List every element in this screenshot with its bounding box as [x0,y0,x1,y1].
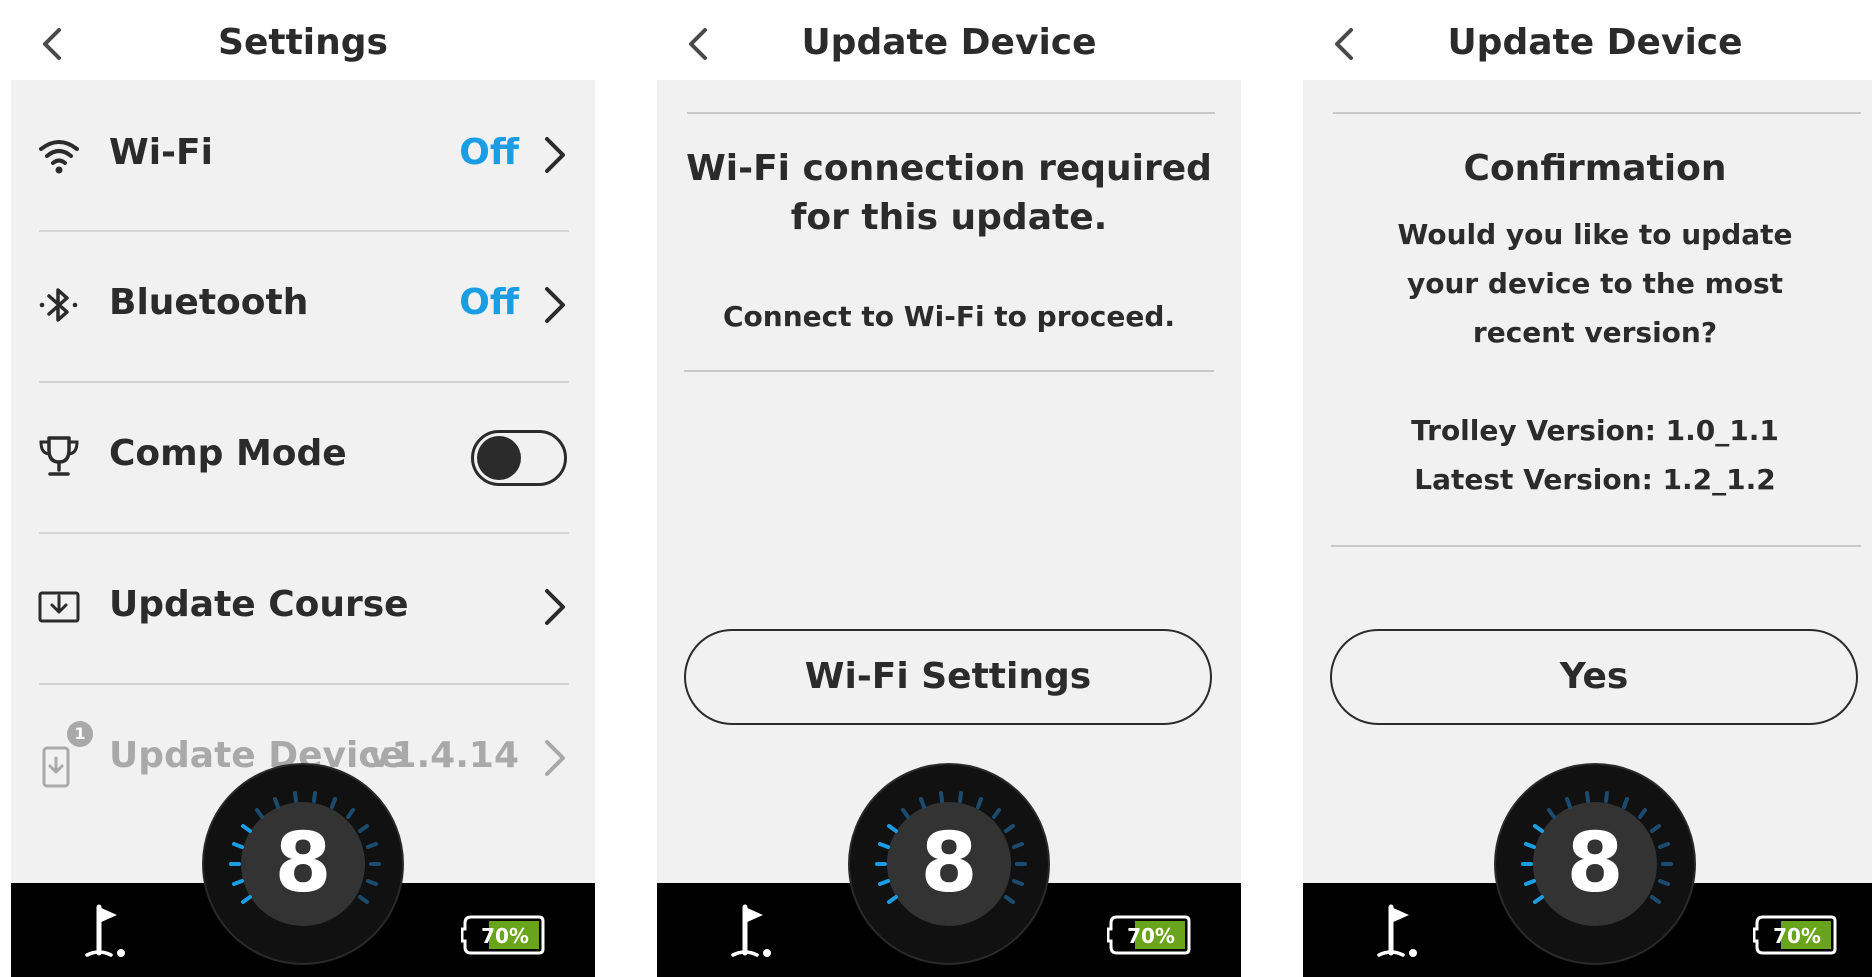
header: Update Device [1303,0,1872,80]
wifi-label: Wi-Fi [109,132,213,173]
bluetooth-label: Bluetooth [109,282,309,323]
golf-flag-icon[interactable] [1373,903,1421,959]
settings-item-update-course[interactable]: Update Course [11,534,595,684]
header: Update Device [657,0,1241,80]
battery-percent: 70% [481,924,529,948]
trolley-version: Trolley Version: 1.0_1.1 [1411,414,1779,447]
latest-version: Latest Version: 1.2_1.2 [1414,463,1776,496]
page-title: Settings [218,22,388,63]
page-title: Update Device [801,22,1097,63]
divider [684,370,1214,372]
toggle-knob [477,436,521,480]
confirmation-question: Would you like to update your device to … [1397,218,1793,349]
yes-button[interactable]: Yes [1330,629,1858,725]
golf-flag-icon[interactable] [81,903,129,959]
wifi-status: Off [459,132,519,173]
hole-number: 8 [274,816,332,911]
update-course-label: Update Course [109,584,409,625]
hole-number: 8 [1566,816,1624,911]
chevron-right-icon [539,585,571,629]
divider [1333,112,1861,114]
divider [1331,545,1861,547]
chevron-right-icon [539,736,571,780]
download-icon [35,583,83,631]
divider [687,112,1215,114]
wifi-required-heading: Wi-Fi connection required for this updat… [686,148,1212,238]
wifi-settings-button[interactable]: Wi-Fi Settings [684,629,1212,725]
trophy-icon [35,432,83,480]
settings-item-wifi[interactable]: Wi-Fi Off [11,80,595,230]
confirmation-heading: Confirmation [1463,148,1727,189]
header: Settings [11,0,595,80]
settings-screen: Settings Wi-Fi Off Bluetooth Off Comp Mo… [11,0,595,977]
chevron-right-icon [539,283,571,327]
confirmation-screen: Update Device Confirmation Would you lik… [1303,0,1872,977]
hole-number: 8 [920,816,978,911]
settings-item-comp-mode: Comp Mode [11,383,595,533]
comp-mode-label: Comp Mode [109,433,347,474]
battery-percent: 70% [1773,924,1821,948]
chevron-right-icon [539,133,571,177]
page-title: Update Device [1447,22,1743,63]
golf-flag-icon[interactable] [727,903,775,959]
device-update-icon [35,741,83,789]
update-badge: 1 [67,721,93,747]
wifi-required-message: Connect to Wi-Fi to proceed. [722,300,1176,333]
battery-percent: 70% [1127,924,1175,948]
wifi-icon [35,131,83,179]
comp-mode-toggle[interactable] [471,430,567,486]
settings-item-bluetooth[interactable]: Bluetooth Off [11,232,595,382]
bluetooth-status: Off [459,282,519,323]
wifi-required-screen: Update Device Wi-Fi connection required … [657,0,1241,977]
bluetooth-icon [35,281,83,329]
